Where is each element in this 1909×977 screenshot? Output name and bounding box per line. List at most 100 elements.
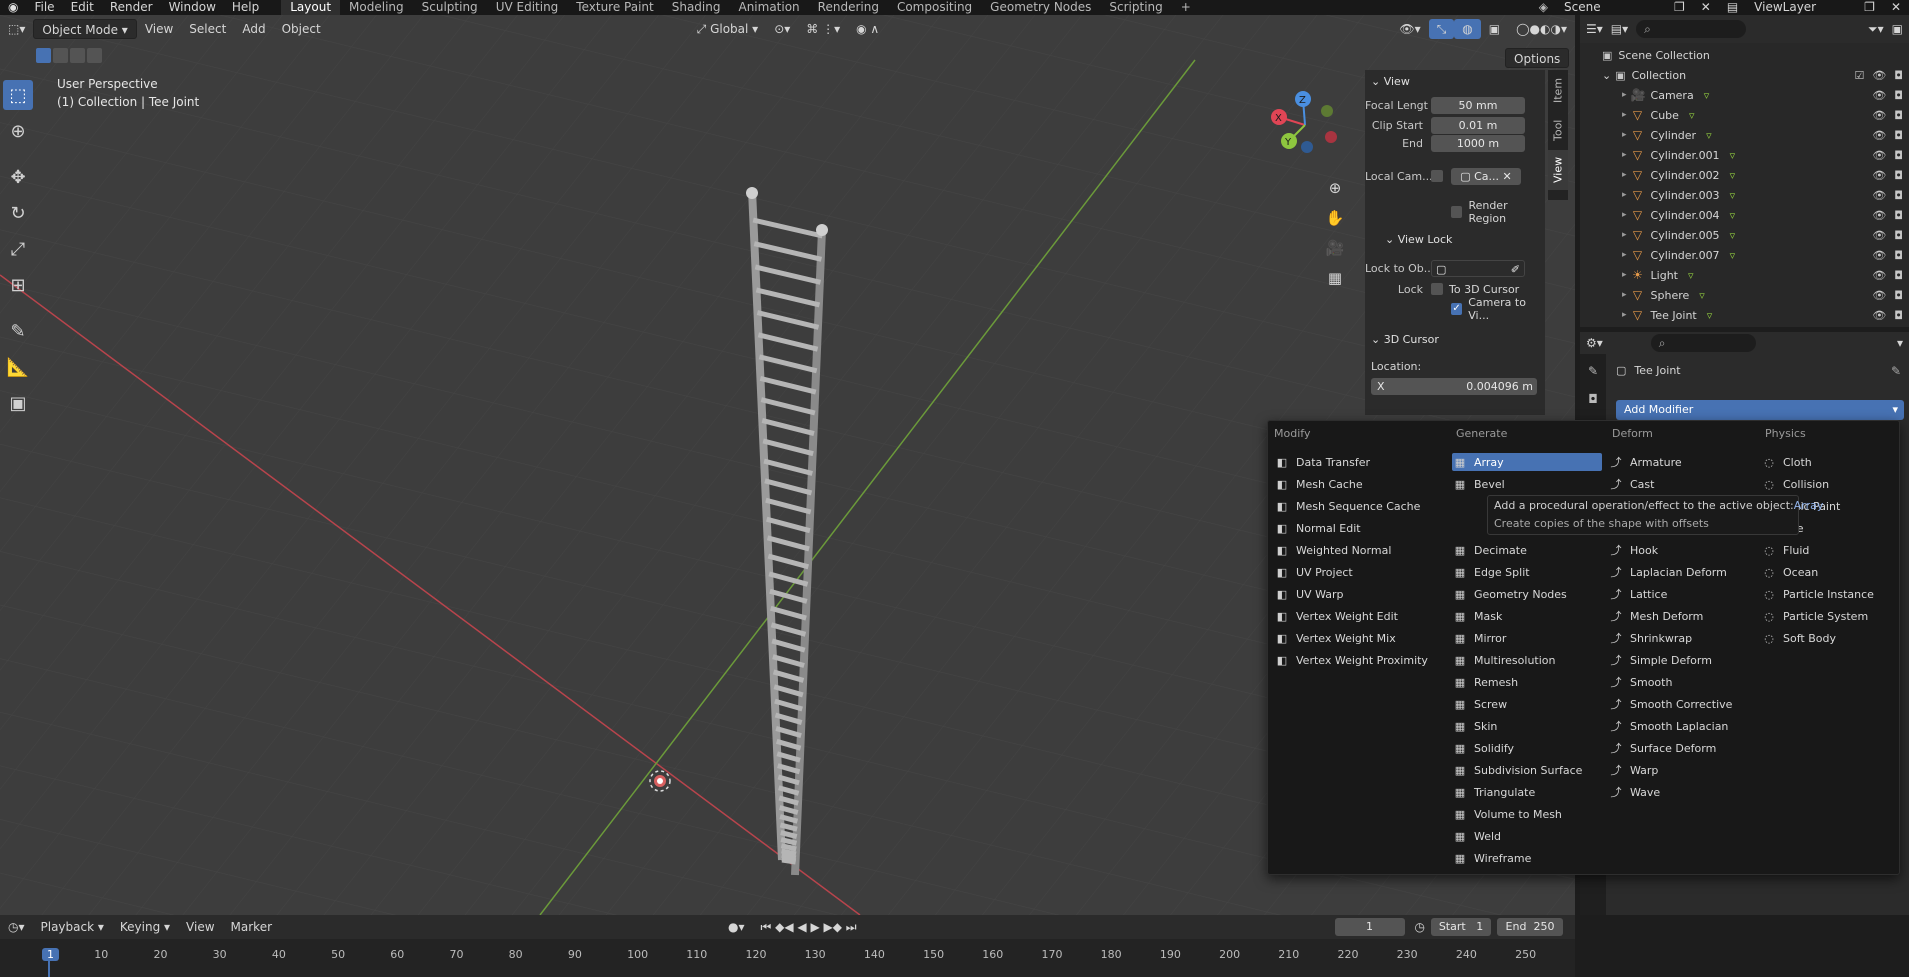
new-collection-icon[interactable]: ▣ — [1892, 22, 1909, 36]
tab-tool[interactable]: Tool — [1548, 110, 1568, 150]
modifier-ocean[interactable]: ◌ Ocean — [1761, 563, 1893, 581]
tab-uv-editing[interactable]: UV Editing — [487, 0, 568, 15]
modifier-smooth-corrective[interactable]: ⤴ Smooth Corrective — [1608, 695, 1758, 713]
ortho-grid-icon[interactable]: ▦ — [1322, 265, 1348, 291]
visibility-eye-icon[interactable]: 👁 — [1872, 149, 1886, 162]
data-icon[interactable]: ▿ — [1730, 229, 1736, 242]
render-camera-icon[interactable]: ◘ — [1894, 189, 1903, 202]
data-icon[interactable]: ▿ — [1730, 189, 1736, 202]
menu-view[interactable]: View — [137, 19, 181, 39]
modifier-smooth-laplacian[interactable]: ⤴ Smooth Laplacian — [1608, 717, 1758, 735]
xray-icon[interactable]: ▣ — [1481, 19, 1508, 39]
add-modifier-button[interactable]: Add Modifier ▾ — [1616, 400, 1904, 420]
clip-start-field[interactable]: 0.01 m — [1431, 116, 1525, 134]
clip-end-field[interactable]: 1000 m — [1431, 134, 1525, 152]
data-icon[interactable]: ▿ — [1699, 289, 1705, 302]
outliner-editor-icon[interactable]: ☰▾ — [1586, 22, 1603, 36]
scale-tool-icon[interactable]: ⤢ — [3, 234, 33, 264]
pin-icon[interactable]: ✎ — [1891, 364, 1901, 378]
render-camera-icon[interactable]: ◘ — [1894, 289, 1903, 302]
menu-select[interactable]: Select — [181, 19, 234, 39]
scene-close-icon[interactable]: ✕ — [1693, 0, 1719, 15]
render-camera-icon[interactable]: ◘ — [1894, 169, 1903, 182]
outliner-row[interactable]: ▸ ☀ Light ▿ 👁 ◘ — [1580, 265, 1909, 285]
modifier-weighted-normal[interactable]: ◧ Weighted Normal — [1274, 541, 1444, 559]
modifier-vertex-weight-mix[interactable]: ◧ Vertex Weight Mix — [1274, 629, 1444, 647]
modifier-wave[interactable]: ⤴ Wave — [1608, 783, 1758, 801]
shading-modes-icon[interactable]: ◯●◐◑▾ — [1508, 19, 1575, 39]
properties-editor-icon[interactable]: ⚙▾ — [1586, 336, 1603, 350]
proportional-edit-icon[interactable]: ◉ ∧ — [848, 19, 887, 39]
render-camera-icon[interactable]: ◘ — [1894, 89, 1903, 102]
modifier-edge-split[interactable]: ▦ Edge Split — [1452, 563, 1602, 581]
current-frame-field[interactable]: 1 — [1334, 918, 1405, 936]
expand-arrow-icon[interactable]: ▸ — [1622, 110, 1627, 120]
render-camera-icon[interactable]: ◘ — [1894, 269, 1903, 282]
eyedropper-icon[interactable]: ✐ — [1511, 261, 1524, 276]
properties-search-input[interactable]: ⌕ — [1650, 334, 1756, 352]
expand-arrow-icon[interactable]: ⌄ — [1602, 69, 1611, 82]
modifier-normal-edit[interactable]: ◧ Normal Edit — [1274, 519, 1444, 537]
modifier-laplacian-deform[interactable]: ⤴ Laplacian Deform — [1608, 563, 1758, 581]
data-icon[interactable]: ▿ — [1706, 129, 1712, 142]
render-camera-icon[interactable]: ◘ — [1894, 109, 1903, 122]
outliner-search-input[interactable]: ⌕ — [1636, 20, 1747, 38]
modifier-vertex-weight-edit[interactable]: ◧ Vertex Weight Edit — [1274, 607, 1444, 625]
visibility-eye-icon[interactable]: 👁 — [1872, 269, 1886, 282]
data-icon[interactable]: ▿ — [1730, 249, 1736, 262]
expand-arrow-icon[interactable]: ▸ — [1622, 230, 1627, 240]
render-camera-icon[interactable]: ◘ — [1894, 69, 1903, 82]
blender-logo-icon[interactable]: ◉ — [0, 0, 26, 15]
visibility-eye-icon[interactable]: 👁 — [1872, 129, 1886, 142]
keying-menu[interactable]: Keying ▾ — [112, 917, 178, 937]
tab-shading[interactable]: Shading — [663, 0, 730, 15]
modifier-mirror[interactable]: ▦ Mirror — [1452, 629, 1602, 647]
modifier-subdivision-surface[interactable]: ▦ Subdivision Surface — [1452, 761, 1602, 779]
menu-timeline-view[interactable]: View — [178, 917, 222, 937]
editor-type-icon[interactable]: ⬚▾ — [0, 19, 33, 39]
tab-compositing[interactable]: Compositing — [888, 0, 981, 15]
expand-arrow-icon[interactable]: ▸ — [1622, 150, 1627, 160]
modifier-data-transfer[interactable]: ◧ Data Transfer — [1274, 453, 1444, 471]
data-icon[interactable]: ▿ — [1730, 209, 1736, 222]
render-region-checkbox[interactable] — [1451, 206, 1463, 218]
menu-marker[interactable]: Marker — [223, 917, 280, 937]
timeline-editor-icon[interactable]: ◷▾ — [0, 917, 33, 937]
outliner-row[interactable]: ▸ 🎥 Camera ▿ 👁 ◘ — [1580, 85, 1909, 105]
modifier-geometry-nodes[interactable]: ▦ Geometry Nodes — [1452, 585, 1602, 603]
camera-to-view-checkbox[interactable]: ✓ — [1451, 303, 1463, 315]
modifier-lattice[interactable]: ⤴ Lattice — [1608, 585, 1758, 603]
focal-length-field[interactable]: 50 mm — [1431, 96, 1525, 114]
data-icon[interactable]: ▿ — [1688, 269, 1694, 282]
visibility-eye-icon[interactable]: 👁 — [1872, 69, 1886, 82]
modifier-mask[interactable]: ▦ Mask — [1452, 607, 1602, 625]
outliner-row[interactable]: ▸ ▽ Cylinder ▿ 👁 ◘ — [1580, 125, 1909, 145]
outliner-row[interactable]: ▸ ▽ Tee Joint ▿ 👁 ◘ — [1580, 305, 1909, 325]
select-extend-icon[interactable] — [53, 48, 68, 63]
transform-tool-icon[interactable]: ⊞ — [3, 270, 33, 300]
visibility-eye-icon[interactable]: 👁 — [1872, 309, 1886, 322]
modifier-solidify[interactable]: ▦ Solidify — [1452, 739, 1602, 757]
modifier-particle-instance[interactable]: ◌ Particle Instance — [1761, 585, 1893, 603]
modifier-bevel[interactable]: ▦ Bevel — [1452, 475, 1602, 493]
data-icon[interactable]: ▿ — [1730, 169, 1736, 182]
modifier-multiresolution[interactable]: ▦ Multiresolution — [1452, 651, 1602, 669]
modifier-triangulate[interactable]: ▦ Triangulate — [1452, 783, 1602, 801]
render-camera-icon[interactable]: ◘ — [1894, 209, 1903, 222]
expand-arrow-icon[interactable]: ▸ — [1622, 250, 1627, 260]
modifier-weld[interactable]: ▦ Weld — [1452, 827, 1602, 845]
modifier-uv-project[interactable]: ◧ UV Project — [1274, 563, 1444, 581]
measure-tool-icon[interactable]: 📐 — [3, 352, 33, 382]
expand-arrow-icon[interactable]: ▸ — [1622, 90, 1627, 100]
modifier-fluid[interactable]: ◌ Fluid — [1761, 541, 1893, 559]
visibility-eye-icon[interactable]: 👁 — [1872, 89, 1886, 102]
options-dropdown[interactable]: Options — [1505, 48, 1570, 68]
expand-arrow-icon[interactable]: ▸ — [1622, 290, 1627, 300]
visibility-eye-icon[interactable]: 👁 — [1872, 229, 1886, 242]
visibility-eye-icon[interactable]: 👁 — [1872, 109, 1886, 122]
start-frame-field[interactable]: Start 1 — [1431, 918, 1491, 936]
tab-layout[interactable]: Layout — [281, 0, 341, 15]
playback-controls[interactable]: ⏮ ◆◀ ◀ ▶ ▶◆ ⏭ — [753, 917, 865, 937]
expand-arrow-icon[interactable]: ▸ — [1622, 190, 1627, 200]
modifier-surface-deform[interactable]: ⤴ Surface Deform — [1608, 739, 1758, 757]
